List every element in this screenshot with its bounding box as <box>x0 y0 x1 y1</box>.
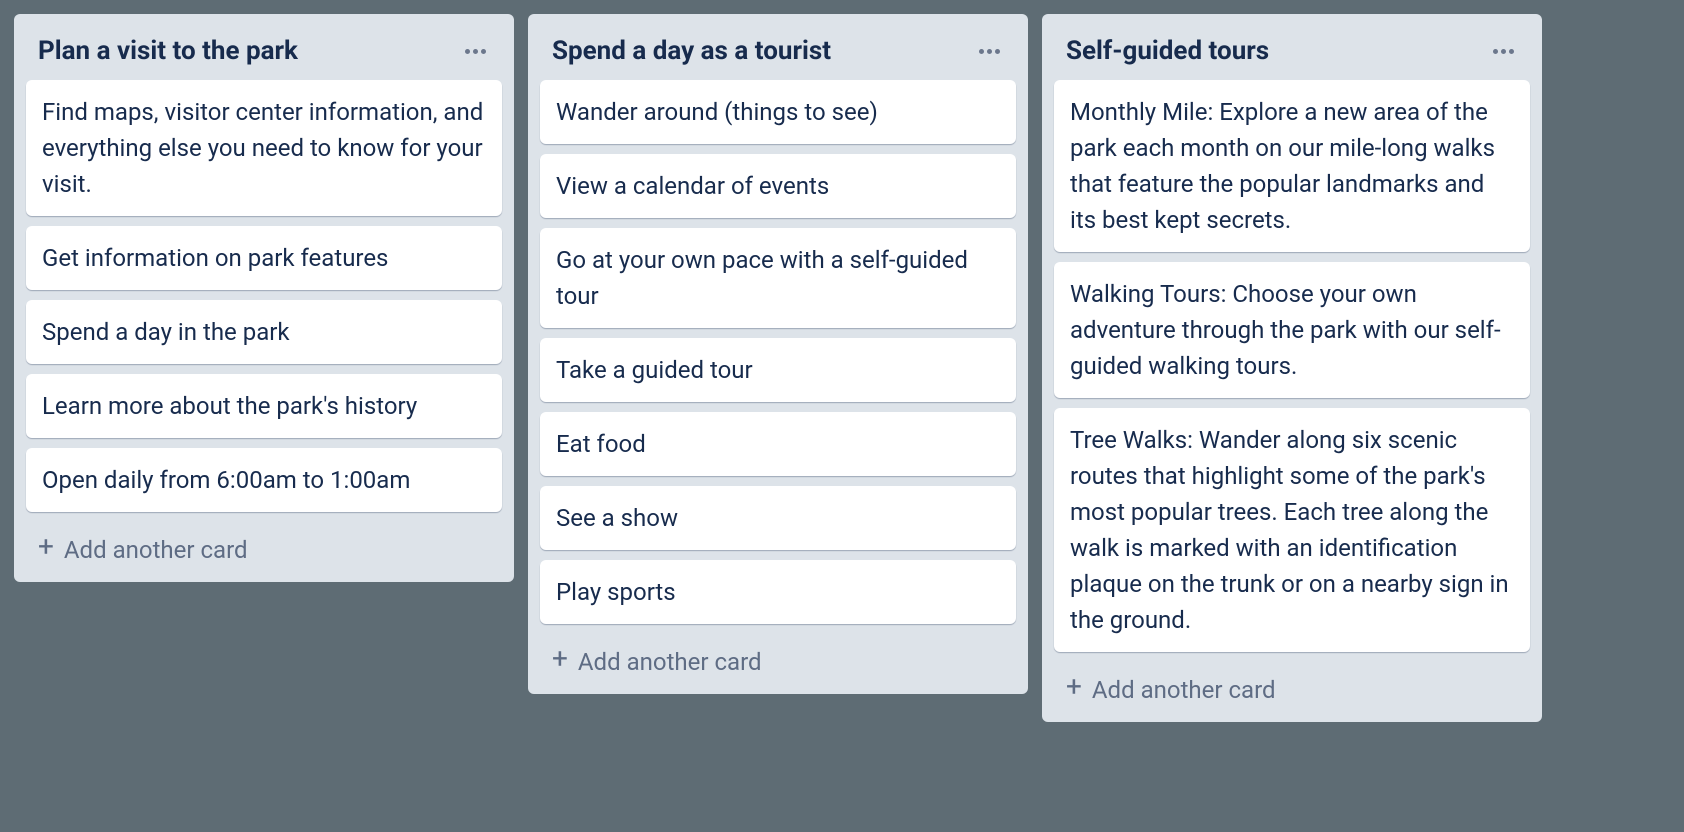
plus-icon: + <box>38 533 54 561</box>
card[interactable]: Take a guided tour <box>540 338 1016 402</box>
add-card-button[interactable]: + Add another card <box>538 634 1018 684</box>
cards-container: Find maps, visitor center information, a… <box>24 80 504 512</box>
plus-icon: + <box>1066 673 1082 701</box>
list-header: Spend a day as a tourist <box>538 26 1018 80</box>
more-icon[interactable] <box>1489 45 1518 58</box>
list-spend-day-tourist: Spend a day as a tourist Wander around (… <box>528 14 1028 694</box>
card[interactable]: Get information on park features <box>26 226 502 290</box>
card[interactable]: Go at your own pace with a self-guided t… <box>540 228 1016 328</box>
list-header: Self-guided tours <box>1052 26 1532 80</box>
list-header: Plan a visit to the park <box>24 26 504 80</box>
add-card-button[interactable]: + Add another card <box>24 522 504 572</box>
list-title[interactable]: Plan a visit to the park <box>38 36 298 66</box>
card[interactable]: Spend a day in the park <box>26 300 502 364</box>
card[interactable]: Wander around (things to see) <box>540 80 1016 144</box>
cards-container: Wander around (things to see) View a cal… <box>538 80 1018 624</box>
card[interactable]: Find maps, visitor center information, a… <box>26 80 502 216</box>
list-title[interactable]: Spend a day as a tourist <box>552 36 831 66</box>
cards-container: Monthly Mile: Explore a new area of the … <box>1052 80 1532 652</box>
card[interactable]: Open daily from 6:00am to 1:00am <box>26 448 502 512</box>
plus-icon: + <box>552 645 568 673</box>
list-plan-visit: Plan a visit to the park Find maps, visi… <box>14 14 514 582</box>
add-card-button[interactable]: + Add another card <box>1052 662 1532 712</box>
card[interactable]: Monthly Mile: Explore a new area of the … <box>1054 80 1530 252</box>
add-card-label: Add another card <box>578 648 762 676</box>
card[interactable]: Walking Tours: Choose your own adventure… <box>1054 262 1530 398</box>
more-icon[interactable] <box>975 45 1004 58</box>
card[interactable]: View a calendar of events <box>540 154 1016 218</box>
list-self-guided-tours: Self-guided tours Monthly Mile: Explore … <box>1042 14 1542 722</box>
card[interactable]: Eat food <box>540 412 1016 476</box>
more-icon[interactable] <box>461 45 490 58</box>
add-card-label: Add another card <box>64 536 248 564</box>
list-title[interactable]: Self-guided tours <box>1066 36 1269 66</box>
card[interactable]: Tree Walks: Wander along six scenic rout… <box>1054 408 1530 652</box>
card[interactable]: Play sports <box>540 560 1016 624</box>
card[interactable]: Learn more about the park's history <box>26 374 502 438</box>
add-card-label: Add another card <box>1092 676 1276 704</box>
card[interactable]: See a show <box>540 486 1016 550</box>
